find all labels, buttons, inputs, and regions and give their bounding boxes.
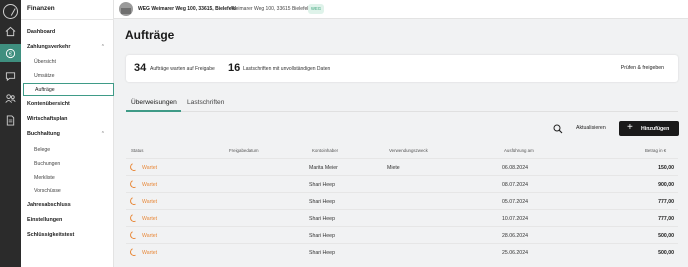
refresh-button[interactable]: Aktualisieren	[576, 125, 606, 131]
tab-divider	[126, 111, 678, 112]
sidebar-item-auftraege[interactable]: Aufträge	[23, 83, 114, 96]
active-tab-indicator	[126, 110, 181, 112]
add-button-label: Hinzufügen	[641, 126, 670, 132]
icon-rail: €	[0, 0, 21, 267]
pending-spinner-icon	[128, 246, 140, 258]
account-holder-cell: Shari Heep	[309, 182, 335, 188]
status-cell: Wartet	[142, 233, 158, 239]
account-holder-cell: Shari Heep	[309, 250, 335, 256]
sidebar: Finanzen Dashboard Zahlungsverkehr ⌃ Übe…	[21, 0, 114, 267]
table-row[interactable]: Wartet Shari Heep 25.06.2024 500,00	[126, 244, 678, 261]
table-row[interactable]: Wartet Shari Heep 10.07.2024 777,00	[126, 210, 678, 227]
sidebar-item-belege[interactable]: Belege	[34, 147, 50, 153]
amount-cell: 500,00	[658, 233, 674, 239]
sidebar-item-zahlungsverkehr[interactable]: Zahlungsverkehr	[27, 44, 70, 50]
document-icon[interactable]	[0, 111, 21, 129]
table-row[interactable]: Wartet Marita Meier Miete 06.08.2024 150…	[126, 159, 678, 176]
pending-spinner-icon	[128, 178, 140, 190]
table-row[interactable]: Wartet Shari Heep 28.06.2024 500,00	[126, 227, 678, 244]
pending-spinner-icon	[128, 195, 140, 207]
people-icon[interactable]	[0, 89, 21, 107]
pending-spinner-icon	[128, 161, 140, 173]
amount-cell: 777,00	[658, 199, 674, 205]
status-cell: Wartet	[142, 165, 158, 171]
chevron-up-icon[interactable]: ⌃	[101, 44, 105, 50]
tab-lastschriften[interactable]: Lastschriften	[187, 99, 224, 106]
execution-date-cell: 10.07.2024	[502, 216, 528, 222]
execution-date-cell: 08.07.2024	[502, 182, 528, 188]
table-row[interactable]: Wartet Shari Heep 08.07.2024 900,00	[126, 176, 678, 193]
sidebar-item-schluessigkeitstest[interactable]: Schlüssigkeitstest	[27, 232, 74, 238]
tab-ueberweisungen[interactable]: Überweisungen	[131, 99, 177, 106]
status-cell: Wartet	[142, 216, 158, 222]
account-holder-cell: Shari Heep	[309, 233, 335, 239]
status-cell: Wartet	[142, 250, 158, 256]
pending-spinner-icon	[128, 212, 140, 224]
amount-cell: 777,00	[658, 216, 674, 222]
chat-icon[interactable]	[0, 67, 21, 85]
logo-icon[interactable]	[3, 4, 18, 19]
sidebar-item-merkliste[interactable]: Merkliste	[34, 175, 55, 181]
table-row[interactable]: Wartet Shari Heep 05.07.2024 777,00	[126, 193, 678, 210]
amount-cell: 500,00	[658, 250, 674, 256]
sidebar-item-buchungen[interactable]: Buchungen	[34, 161, 60, 167]
sidebar-item-kontenuebersicht[interactable]: Kontenübersicht	[27, 101, 70, 107]
home-icon[interactable]	[0, 22, 21, 40]
incomplete-debits-text: Lastschriften mit unvollständigen Daten	[243, 66, 331, 72]
sidebar-item-dashboard[interactable]: Dashboard	[27, 29, 55, 35]
column-header-verwendungszweck[interactable]: Verwendungszweck	[389, 148, 428, 153]
search-icon[interactable]	[553, 124, 563, 134]
sidebar-item-buchhaltung[interactable]: Buchhaltung	[27, 131, 60, 137]
status-cell: Wartet	[142, 199, 158, 205]
execution-date-cell: 28.06.2024	[502, 233, 528, 239]
execution-date-cell: 25.06.2024	[502, 250, 528, 256]
execution-date-cell: 05.07.2024	[502, 199, 528, 205]
sidebar-item-jahresabschluss[interactable]: Jahresabschluss	[27, 202, 71, 208]
property-header: WEG Weimarer Weg 100, 33615, Bielefeld W…	[114, 0, 688, 19]
property-name[interactable]: WEG Weimarer Weg 100, 33615, Bielefeld	[138, 6, 236, 12]
pending-orders-text: Aufträge warten auf Freigabe	[150, 66, 215, 72]
summary-card: 34 Aufträge warten auf Freigabe 16 Lasts…	[126, 55, 678, 82]
sidebar-title: Finanzen	[27, 5, 55, 12]
account-holder-cell: Marita Meier	[309, 165, 338, 171]
property-avatar[interactable]	[119, 2, 133, 16]
page-title: Aufträge	[125, 28, 175, 42]
sidebar-item-einstellungen[interactable]: Einstellungen	[27, 217, 62, 223]
chevron-up-icon[interactable]: ⌃	[101, 131, 105, 137]
purpose-cell: Miete	[387, 165, 400, 171]
finance-icon[interactable]: €	[0, 44, 21, 62]
add-button[interactable]: + Hinzufügen	[619, 121, 679, 136]
incomplete-debits-count: 16	[228, 62, 241, 74]
column-header-ausfuehrung[interactable]: Ausführung am	[504, 148, 534, 153]
review-approve-button[interactable]: Prüfen & freigeben	[621, 65, 664, 71]
column-header-betrag[interactable]: Betrag in €	[645, 148, 666, 153]
amount-cell: 150,00	[658, 165, 674, 171]
sidebar-divider	[21, 19, 114, 20]
svg-text:€: €	[9, 51, 12, 57]
pending-orders-count: 34	[134, 62, 147, 74]
sidebar-item-vorschuesse[interactable]: Vorschüsse	[34, 188, 61, 194]
status-cell: Wartet	[142, 182, 158, 188]
column-header-freigabedatum[interactable]: Freigabedatum	[229, 148, 259, 153]
column-header-status[interactable]: Status	[131, 148, 143, 153]
account-holder-cell: Shari Heep	[309, 199, 335, 205]
sidebar-item-wirtschaftsplan[interactable]: Wirtschaftsplan	[27, 116, 67, 122]
account-holder-cell: Shari Heep	[309, 216, 335, 222]
amount-cell: 900,00	[658, 182, 674, 188]
sidebar-item-auftraege-label: Aufträge	[35, 87, 55, 93]
pending-spinner-icon	[128, 229, 140, 241]
execution-date-cell: 06.08.2024	[502, 165, 528, 171]
sidebar-item-umsaetze[interactable]: Umsätze	[34, 73, 54, 79]
column-header-kontoinhaber[interactable]: Kontoinhaber	[312, 148, 338, 153]
property-type-badge: WEG	[308, 4, 325, 14]
sidebar-item-uebersicht[interactable]: Übersicht	[34, 59, 56, 65]
app: € Finanzen Dashboard Zahlungsverkehr ⌃ Ü…	[0, 0, 688, 267]
property-address: Weimarer Weg 100, 33615 Bielefeld	[231, 6, 312, 12]
plus-icon: +	[627, 122, 633, 133]
